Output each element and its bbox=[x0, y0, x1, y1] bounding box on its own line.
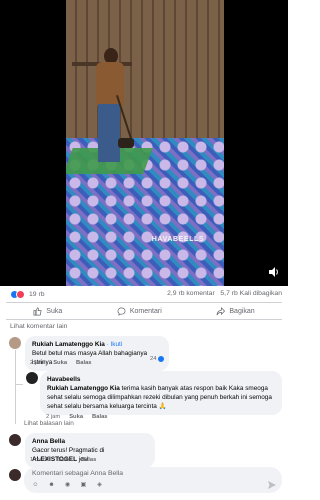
comment-reply-link[interactable]: Balas bbox=[81, 457, 96, 463]
comment-icon bbox=[117, 307, 126, 316]
avatar[interactable] bbox=[9, 337, 21, 349]
share-count[interactable]: 5,7 rb Kali dibagikan bbox=[220, 290, 282, 297]
love-reaction-icon bbox=[16, 290, 25, 299]
comment-meta: 2 jam Suka Balas bbox=[30, 360, 92, 366]
comment-label: Komentari bbox=[129, 307, 162, 315]
avatar[interactable] bbox=[9, 434, 21, 446]
gif-icon[interactable]: ▣ bbox=[80, 482, 87, 489]
reply-text: Rukiah Lamatenggo Kia terima kasih banya… bbox=[47, 385, 272, 410]
broom-head bbox=[118, 138, 134, 148]
composer-tools: ☺ ☻ ◉ ▣ ◈ bbox=[32, 482, 103, 489]
reply-bubble: Havabeells Rukiah Lamatenggo Kia terima … bbox=[40, 371, 282, 415]
emoji-icon[interactable]: ☻ bbox=[48, 482, 55, 489]
view-more-replies-link[interactable]: Lihat balasan lain bbox=[24, 420, 74, 427]
comment-time: 2 jam bbox=[30, 360, 45, 366]
comment-time: 1 menit bbox=[30, 457, 50, 463]
comment-share-stats: 2,9 rb komentar 5,7 rb Kali dibagikan bbox=[167, 290, 282, 297]
follow-link[interactable]: · Ikuti bbox=[107, 341, 123, 348]
reactions-summary[interactable]: 19 rb bbox=[10, 290, 45, 299]
comment-input[interactable]: Komentari sebagai Anna Bella bbox=[32, 470, 123, 477]
avatar-sticker-icon[interactable]: ☺ bbox=[32, 482, 39, 489]
comment-reply-link[interactable]: Balas bbox=[76, 360, 91, 366]
avatar[interactable] bbox=[26, 372, 38, 384]
sweeping-man bbox=[90, 48, 130, 166]
reply-author[interactable]: Havabeells bbox=[47, 375, 275, 384]
thumbs-up-icon bbox=[33, 307, 42, 315]
view-more-comments-link[interactable]: Lihat komentar lain bbox=[10, 323, 67, 330]
video-player[interactable]: HAVABEELLS bbox=[0, 0, 288, 286]
comment-like-link[interactable]: Suka bbox=[58, 457, 72, 463]
comment-composer[interactable]: Komentari sebagai Anna Bella ☺ ☻ ◉ ▣ ◈ bbox=[24, 467, 282, 493]
reaction-stats: 19 rb 2,9 rb komentar 5,7 rb Kali dibagi… bbox=[0, 287, 288, 303]
reply-connector bbox=[15, 384, 23, 385]
like-reaction-icon bbox=[158, 356, 165, 362]
reply-mention[interactable]: Rukiah Lamatenggo Kia bbox=[47, 385, 120, 392]
video-watermark: HAVABEELLS bbox=[151, 236, 205, 243]
comment-count[interactable]: 2,9 rb komentar bbox=[167, 290, 215, 297]
comment-like-count: 24 bbox=[150, 356, 165, 362]
comment-author[interactable]: Rukiah Lamatenggo Kia bbox=[32, 341, 105, 348]
sticker-icon[interactable]: ◈ bbox=[96, 482, 103, 489]
share-button[interactable]: Bagikan bbox=[216, 306, 255, 316]
speaker-icon[interactable] bbox=[268, 266, 280, 278]
reaction-count: 19 rb bbox=[29, 291, 45, 298]
comment-meta: 1 menit Suka Balas bbox=[30, 457, 96, 463]
camera-icon[interactable]: ◉ bbox=[64, 482, 71, 489]
reply-reply-link[interactable]: Balas bbox=[92, 414, 107, 420]
reply-connector bbox=[15, 384, 16, 424]
post-actions: Suka Komentari Bagikan bbox=[6, 302, 282, 320]
thread-line bbox=[15, 350, 16, 384]
send-icon[interactable] bbox=[268, 481, 276, 489]
comment-button[interactable]: Komentari bbox=[117, 307, 162, 316]
comment-author[interactable]: Anna Bella bbox=[32, 437, 148, 446]
share-icon bbox=[216, 306, 226, 315]
comment-like-link[interactable]: Suka bbox=[53, 360, 67, 366]
like-button[interactable]: Suka bbox=[33, 307, 62, 316]
video-frame bbox=[66, 0, 224, 286]
share-label: Bagikan bbox=[229, 307, 255, 315]
like-label: Suka bbox=[46, 307, 63, 315]
user-avatar[interactable] bbox=[9, 469, 21, 481]
